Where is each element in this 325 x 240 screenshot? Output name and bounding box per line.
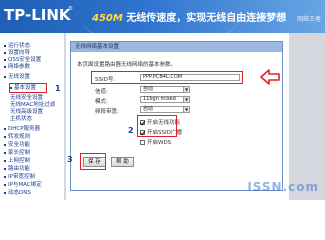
nav-item-label: 无线高级设置 [10,109,44,115]
nav-item-label: 网络参数 [8,64,31,70]
channel-label: 信道: [95,89,108,95]
mode-label: 模式: [95,99,108,105]
nav-item-forwarding[interactable]: 转发规则 [4,134,30,141]
bullet-icon [4,151,6,154]
bullet-icon [4,75,6,78]
help-button[interactable]: 帮 助 [111,157,134,167]
nav-item-label: 安全功能 [8,142,31,148]
nav-item-wireless-security[interactable]: 无线安全设置 [10,95,43,102]
nav-item-bandwidth[interactable]: IP带宽控制 [4,174,35,181]
registered-mark: ® [68,6,73,12]
nav-item-label: 上网控制 [8,158,31,164]
nav-item-label: 无线设置 [8,74,31,80]
site-watermark: ISSN.com [247,180,319,194]
wds-checkbox[interactable] [140,139,145,145]
nav-item-dhcp[interactable]: DHCP服务器 [4,126,40,133]
panel-title: 无线网络基本设置 [71,42,282,52]
nav-item-label: QSS安全设置 [8,57,42,63]
sidebar-divider [64,33,66,200]
nav-item-label: 主机状态 [10,116,33,122]
bandwidth-select[interactable]: 自动 ▼ [140,106,190,113]
channel-select[interactable]: 自动 ▼ [140,86,190,93]
slogan-text: 无线传速度，实现无线自由连接梦想 [126,13,287,24]
nav-item-access-control[interactable]: 上网控制 [4,158,30,165]
bandwidth-value: 自动 [143,106,154,112]
header-banner: TP-LINK ® 450M 无线传速度，实现无线自由连接梦想 网络王者 [0,0,325,33]
nav-item-security[interactable]: 安全功能 [4,142,30,149]
wireless-basic-settings-panel: 无线网络基本设置 本页面设置路由器无线网络的基本参数。 SSID号: PPP.P… [67,41,283,191]
checkbox-highlight [137,115,177,137]
bullet-icon [4,44,6,47]
bullet-icon [4,51,6,54]
nav-item-wizard[interactable]: 设置向导 [4,50,30,57]
wds-label: 开启WDS [147,140,172,146]
save-highlight [80,153,106,170]
nav-item-label: 转发规则 [8,134,31,140]
bullet-icon [4,65,6,68]
nav-item-label: IP带宽控制 [8,174,35,180]
bandwidth-label: 频段带宽: [95,109,119,115]
nav-item-label: IP与MAC绑定 [8,182,42,188]
nav-item-label: 动态DNS [8,190,31,196]
nav-item-label: 路由功能 [8,166,31,172]
slogan-accent: 450M [92,13,123,24]
bullet-icon [4,135,6,138]
right-margin [289,33,325,200]
bullet-icon [4,167,6,170]
chevron-down-icon: ▼ [183,87,189,92]
bullet-icon [4,127,6,130]
chevron-down-icon: ▼ [183,107,189,112]
brand-logo: TP-LINK [4,6,71,24]
nav-item-label: 设置向导 [8,50,31,56]
nav-item-label: 家长控制 [8,150,31,156]
bullet-icon [4,191,6,194]
wds-row[interactable]: 开启WDS [140,138,171,146]
nav-item-ip-mac[interactable]: IP与MAC绑定 [4,182,42,189]
nav-item-routing[interactable]: 路由功能 [4,166,30,173]
nav-item-qss[interactable]: QSS安全设置 [4,57,41,64]
panel-description: 本页面设置路由器无线网络的基本参数。 [77,62,177,68]
bullet-icon [4,58,6,61]
ssid-highlight [91,71,243,84]
nav-item-parental[interactable]: 家长控制 [4,150,30,157]
active-nav-highlight [9,83,47,93]
step-marker-3: 3 [67,155,73,164]
nav-item-wireless[interactable]: 无线设置 [4,74,30,81]
arrow-left-icon [260,69,280,85]
nav-item-host-status[interactable]: 主机状态 [10,116,32,123]
nav-item-ddns[interactable]: 动态DNS [4,190,31,197]
side-navigation: 运行状态 设置向导 QSS安全设置 网络参数 无线设置 基本设置 无线安全设置 … [0,33,64,200]
nav-item-label: DHCP服务器 [8,126,41,132]
header-watermark: 网络王者 [296,16,321,23]
mode-value: 11bgn mixed [143,96,176,102]
bullet-icon [4,175,6,178]
nav-item-wireless-advanced[interactable]: 无线高级设置 [10,109,43,116]
nav-item-wireless-mac[interactable]: 无线MAC地址过滤 [10,102,55,109]
mode-select[interactable]: 11bgn mixed ▼ [140,96,190,103]
step-marker-1: 1 [55,84,61,93]
nav-item-label: 无线安全设置 [10,95,44,101]
bullet-icon [4,183,6,186]
nav-item-network[interactable]: 网络参数 [4,64,30,71]
nav-item-label: 无线MAC地址过滤 [10,102,56,108]
header-slogan: 450M 无线传速度，实现无线自由连接梦想 [92,9,286,24]
channel-value: 自动 [143,86,154,92]
bullet-icon [4,143,6,146]
nav-item-label: 运行状态 [8,43,31,49]
chevron-down-icon: ▼ [183,97,189,102]
nav-item-status[interactable]: 运行状态 [4,43,30,50]
step-marker-2: 2 [128,126,134,135]
bullet-icon [4,159,6,162]
